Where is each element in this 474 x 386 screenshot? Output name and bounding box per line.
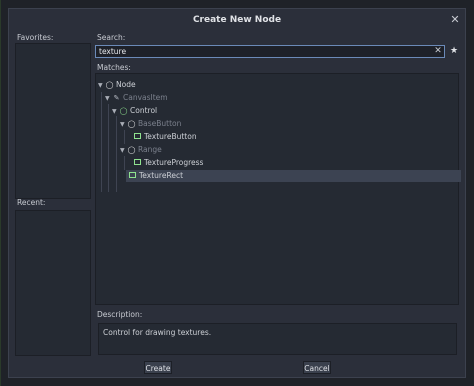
tree-item-label: Control (130, 106, 158, 115)
tree-item-label: TextureButton (144, 132, 197, 141)
dialog-title: Create New Node (192, 15, 282, 25)
dialog-titlebar: Create New Node ✕ (9, 9, 465, 31)
tree-guide-line (116, 116, 117, 192)
recent-label: Recent: (17, 198, 46, 207)
tree-item-node[interactable]: ▼ ◯ Node (98, 79, 136, 91)
tree-guide-line (124, 156, 125, 170)
texture-progress-icon (134, 159, 141, 165)
search-input[interactable]: texture (95, 45, 445, 58)
tree-item-label: Node (116, 80, 136, 89)
tree-item-label: CanvasItem (123, 93, 168, 102)
chevron-down-icon[interactable]: ▼ (120, 119, 127, 131)
search-label: Search: (97, 33, 126, 42)
description-text: Control for drawing textures. (98, 323, 457, 355)
create-button[interactable]: Create (144, 361, 172, 374)
tree-guide-line (124, 130, 125, 144)
tree-item-label: BaseButton (138, 119, 182, 128)
matches-tree[interactable]: ▼ ◯ Node ▼ ✎ CanvasItem ▼ ◯ Control ▼ ◯ BaseButt… (95, 73, 461, 305)
tree-item-label: TextureRect (139, 171, 184, 180)
favorites-list[interactable] (15, 43, 91, 199)
favorites-label: Favorites: (17, 33, 54, 42)
control-node-icon: ◯ (119, 107, 128, 115)
tree-item-texturerect[interactable]: TextureRect (126, 170, 461, 182)
tree-item-textureprogress[interactable]: TextureProgress (134, 157, 203, 169)
tree-guide-line (101, 92, 102, 192)
texture-rect-icon (129, 172, 136, 178)
node-icon: ◯ (105, 81, 114, 89)
favorite-star-icon[interactable]: ★ (448, 44, 460, 58)
viewport-axis-line (0, 0, 1, 386)
cancel-button[interactable]: Cancel (303, 361, 331, 374)
recent-list[interactable] (15, 210, 91, 356)
texture-button-icon (134, 133, 141, 139)
chevron-down-icon[interactable]: ▼ (105, 93, 112, 105)
pencil-icon: ✎ (113, 94, 120, 102)
chevron-down-icon[interactable]: ▼ (120, 145, 127, 157)
matches-label: Matches: (97, 63, 131, 72)
chevron-down-icon[interactable]: ▼ (112, 106, 119, 118)
tree-item-range[interactable]: ▼ ◯ Range (120, 144, 162, 156)
tree-item-texturebutton[interactable]: TextureButton (134, 131, 197, 143)
tree-item-control[interactable]: ▼ ◯ Control (112, 105, 157, 117)
clear-search-icon[interactable]: ✕ (432, 45, 444, 58)
close-icon[interactable]: ✕ (449, 14, 461, 26)
chevron-down-icon[interactable]: ▼ (98, 80, 105, 92)
create-node-dialog: Create New Node ✕ Favorites: Recent: Sea… (8, 8, 466, 378)
tree-item-label: TextureProgress (144, 158, 204, 167)
tree-item-label: Range (138, 145, 162, 154)
node-icon: ◯ (127, 146, 136, 154)
description-label: Description: (97, 310, 143, 319)
node-icon: ◯ (127, 120, 136, 128)
tree-item-basebutton[interactable]: ▼ ◯ BaseButton (120, 118, 181, 130)
tree-guide-line (108, 104, 109, 192)
tree-item-canvasitem[interactable]: ▼ ✎ CanvasItem (105, 92, 168, 104)
